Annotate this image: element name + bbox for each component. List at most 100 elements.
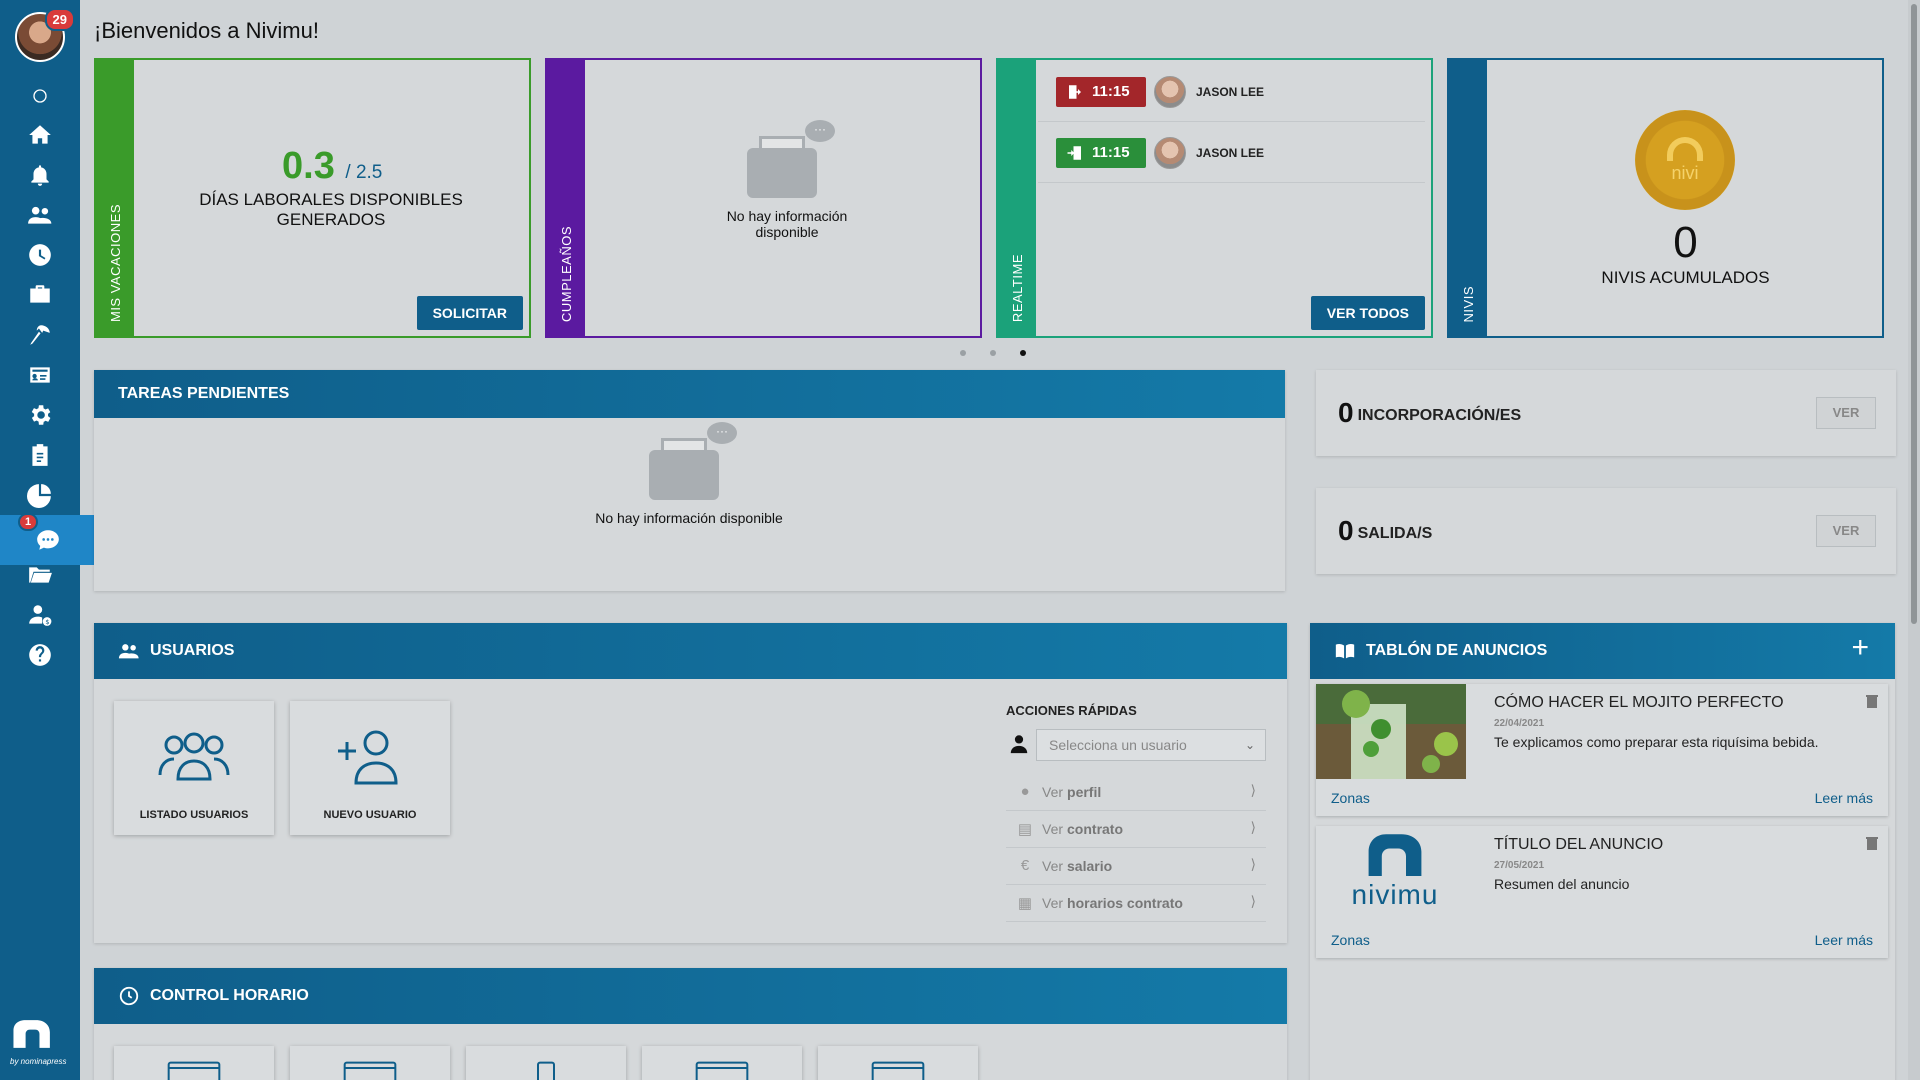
card-label: MIS VACACIONES	[107, 203, 123, 322]
control-tile[interactable]	[466, 1046, 626, 1080]
sidebar-item-payroll[interactable]: $	[0, 595, 80, 635]
browser-window-icon	[695, 1061, 749, 1080]
panel-header: CONTROL HORARIO	[94, 968, 1287, 1024]
empty-text: No hay información	[726, 208, 848, 224]
select-placeholder: Selecciona un usuario	[1049, 737, 1187, 753]
book-icon	[1335, 643, 1355, 659]
card-label: REALTIME	[1009, 253, 1025, 322]
announcement-title[interactable]: CÓMO HACER EL MOJITO PERFECTO	[1494, 694, 1784, 712]
panel-control-horario: CONTROL HORARIO	[94, 968, 1287, 1080]
announcement-date: 22/04/2021	[1494, 718, 1545, 729]
sidebar-item-tasks[interactable]	[0, 435, 80, 475]
announcement-date: 27/05/2021	[1494, 860, 1545, 871]
euro-icon: €	[1020, 857, 1030, 874]
empty-state: ··· No hay información disponible	[584, 420, 794, 526]
chat-icon	[36, 530, 59, 550]
ver-incorporaciones-button[interactable]: VER	[1816, 397, 1876, 429]
realtime-entry[interactable]: 11:15 JASON LEE	[1038, 123, 1425, 183]
add-icon[interactable]: +	[1851, 631, 1869, 665]
read-more-link[interactable]: Leer más	[1815, 790, 1873, 806]
gear-icon	[31, 405, 51, 425]
pie-chart-icon	[27, 484, 51, 508]
stat-label: SALIDA/S	[1357, 525, 1433, 542]
sidebar-item-jobs[interactable]	[0, 275, 80, 315]
quick-action-salario[interactable]: € Ver salario ⟩	[1006, 848, 1266, 885]
mojito-image	[1316, 684, 1466, 779]
chevron-down-icon: ⌄	[1244, 738, 1255, 752]
carousel-dot-active[interactable]	[1020, 350, 1026, 356]
scrollbar-thumb[interactable]	[1911, 4, 1917, 624]
vacation-description: DÍAS LABORALES DISPONIBLES GENERADOS	[199, 190, 463, 229]
carousel-dot[interactable]	[960, 350, 966, 356]
sidebar-item-vacations[interactable]	[0, 315, 80, 355]
clock-icon	[29, 244, 51, 266]
logo-text: nivimu	[1351, 879, 1439, 910]
solicitar-button[interactable]: SOLICITAR	[416, 296, 523, 330]
sidebar-item-documents[interactable]	[0, 555, 80, 595]
zones-link[interactable]: Zonas	[1331, 932, 1370, 948]
ver-todos-button[interactable]: VER TODOS	[1310, 296, 1425, 330]
user-avatar[interactable]: 29	[15, 8, 75, 62]
control-tile[interactable]	[290, 1046, 450, 1080]
help-icon	[29, 644, 51, 666]
read-more-link[interactable]: Leer más	[1815, 932, 1873, 948]
quick-action-perfil[interactable]: ● Ver perfil ⟩	[1006, 774, 1266, 811]
sidebar-item-status[interactable]	[0, 76, 80, 116]
trash-icon[interactable]	[1866, 836, 1878, 850]
card-realtime: REALTIME 11:15 JASON LEE 11:15 JASON LEE…	[996, 58, 1433, 338]
tile-label: LISTADO USUARIOS	[139, 809, 249, 821]
zones-link[interactable]: Zonas	[1331, 790, 1370, 806]
control-tile[interactable]	[818, 1046, 978, 1080]
sidebar-item-time[interactable]	[0, 235, 80, 275]
sidebar-item-home[interactable]	[0, 115, 80, 155]
quick-action-horarios[interactable]: ▦ Ver horarios contrato ⟩	[1006, 885, 1266, 922]
entry-time: 11:15	[1092, 144, 1130, 161]
entry-time-badge: 11:15	[1056, 137, 1146, 168]
browser-window-icon	[343, 1061, 397, 1080]
quick-action-contrato[interactable]: ▤ Ver contrato ⟩	[1006, 811, 1266, 848]
announcement-title[interactable]: TÍTULO DEL ANUNCIO	[1494, 836, 1663, 854]
announcement-card[interactable]: CÓMO HACER EL MOJITO PERFECTO 22/04/2021…	[1316, 684, 1888, 816]
badge-icon	[537, 1061, 555, 1080]
control-tile[interactable]	[642, 1046, 802, 1080]
page-title: ¡Bienvenidos a Nivimu!	[94, 18, 319, 43]
nivimu-logo: nivimu	[1330, 832, 1460, 912]
trash-icon[interactable]	[1866, 694, 1878, 708]
entry-name: JASON LEE	[1196, 145, 1265, 160]
browser-window-icon	[167, 1061, 221, 1080]
door-exit-icon	[1069, 84, 1081, 99]
realtime-entry[interactable]: 11:15 JASON LEE	[1038, 62, 1425, 122]
sidebar-item-users[interactable]	[0, 195, 80, 235]
person-icon	[1010, 735, 1028, 754]
card-cumpleanos: CUMPLEAÑOS ··· No hay información dispon…	[545, 58, 982, 338]
logo-icon	[13, 1020, 50, 1048]
stat-value: 0	[1338, 515, 1354, 546]
user-select[interactable]: Selecciona un usuario ⌄	[1036, 729, 1266, 761]
scrollbar[interactable]	[1908, 0, 1920, 1080]
nivis-value: 0	[1673, 218, 1698, 267]
stat-salidas: 0 SALIDA/S VER	[1316, 488, 1896, 574]
panel-header: TAREAS PENDIENTES	[94, 370, 1285, 418]
avatar	[1154, 75, 1186, 108]
nivis-description: NIVIS ACUMULADOS	[1601, 268, 1770, 287]
carousel-dots	[960, 350, 1026, 356]
sidebar-item-settings[interactable]	[0, 395, 80, 435]
svg-text:$: $	[45, 618, 49, 626]
carousel-dot[interactable]	[990, 350, 996, 356]
announcement-text: Te explicamos como preparar esta riquísi…	[1494, 734, 1819, 750]
sidebar-item-notifications[interactable]	[0, 155, 80, 195]
sidebar-item-reports[interactable]	[0, 475, 80, 515]
sidebar-item-help[interactable]	[0, 635, 80, 675]
announcement-card[interactable]: nivimu TÍTULO DEL ANUNCIO 27/05/2021 Res…	[1316, 826, 1888, 958]
sidebar-item-directory[interactable]	[0, 355, 80, 395]
panel-title: CONTROL HORARIO	[150, 987, 309, 1004]
listado-usuarios-tile[interactable]: LISTADO USUARIOS	[114, 701, 274, 835]
ver-salidas-button[interactable]: VER	[1816, 515, 1876, 547]
user-money-icon: $	[29, 605, 52, 626]
control-tile[interactable]	[114, 1046, 274, 1080]
browser-window-icon	[871, 1061, 925, 1080]
clipboard-icon	[32, 444, 48, 466]
nuevo-usuario-tile[interactable]: NUEVO USUARIO	[290, 701, 450, 835]
panel-header: USUARIOS	[94, 623, 1287, 679]
id-card-icon	[30, 367, 50, 383]
